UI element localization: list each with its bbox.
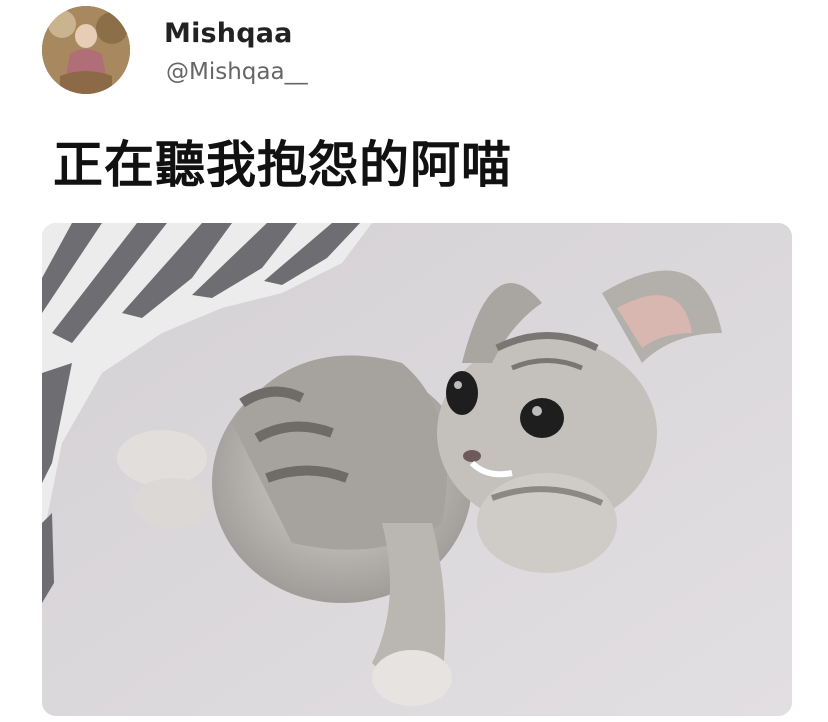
profile-photo-icon	[42, 6, 130, 94]
kitten-photo-icon	[42, 223, 792, 716]
user-handle[interactable]: @Mishqaa__	[166, 59, 308, 85]
avatar[interactable]	[42, 6, 130, 94]
display-name[interactable]: Mishqaa	[164, 18, 293, 49]
tweet-media[interactable]	[42, 223, 792, 716]
tweet-text: 正在聽我抱怨的阿喵	[53, 136, 512, 194]
